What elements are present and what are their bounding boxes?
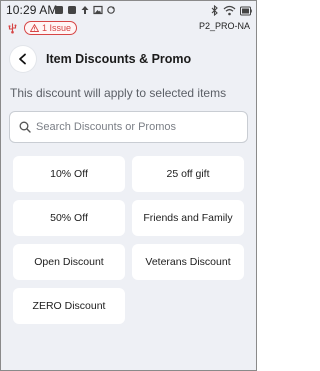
battery-icon [240, 6, 252, 15]
issue-row: 1 Issue [7, 21, 78, 35]
sync-icon [107, 6, 115, 14]
discount-tile-friends-and-family[interactable]: Friends and Family [132, 200, 244, 236]
discount-tile-veterans-discount[interactable]: Veterans Discount [132, 244, 244, 280]
status-icons-right [211, 5, 252, 16]
discount-grid: 10% Off 25 off gift 50% Off Friends and … [13, 156, 244, 324]
status-bar: 10:29 AM 1 Issue P2_PRO-NA [1, 1, 256, 35]
device-name: P2_PRO-NA [198, 21, 250, 31]
search-box[interactable] [9, 111, 248, 143]
bluetooth-icon [211, 5, 218, 16]
issue-badge-label: 1 Issue [42, 23, 72, 33]
discount-tile-50-off[interactable]: 50% Off [13, 200, 125, 236]
status-time: 10:29 AM [6, 3, 58, 17]
search-input[interactable] [36, 121, 241, 133]
page-subtitle: This discount will apply to selected ite… [10, 86, 227, 100]
usb-icon [8, 23, 17, 33]
warning-icon [30, 24, 39, 32]
discount-tile-open-discount[interactable]: Open Discount [13, 244, 125, 280]
issue-badge[interactable]: 1 Issue [24, 21, 78, 35]
notification-icon [55, 6, 63, 14]
discount-tile-zero-discount[interactable]: ZERO Discount [13, 288, 125, 324]
upload-icon [81, 6, 89, 14]
page-header: Item Discounts & Promo [10, 45, 250, 73]
status-icons-left [54, 5, 116, 15]
discount-tile-10-off[interactable]: 10% Off [13, 156, 125, 192]
chevron-left-icon [19, 53, 26, 65]
page-title: Item Discounts & Promo [46, 52, 192, 66]
wifi-icon [223, 5, 236, 16]
search-icon [19, 121, 31, 133]
app-frame: 10:29 AM 1 Issue P2_PRO-NA Item Discount [0, 0, 257, 371]
back-button[interactable] [10, 46, 36, 72]
discount-tile-25-off-gift[interactable]: 25 off gift [132, 156, 244, 192]
notification-icon [68, 6, 76, 14]
image-icon [93, 5, 103, 15]
